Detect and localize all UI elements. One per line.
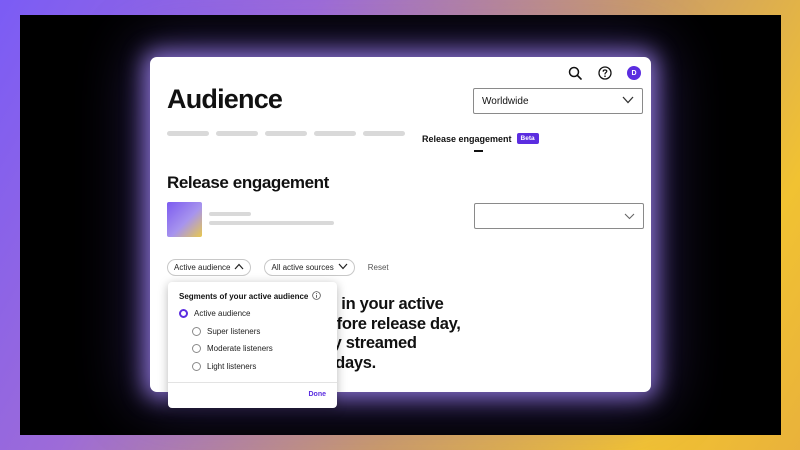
beta-badge: Beta (516, 133, 539, 144)
tab-release-engagement[interactable]: Release engagement Beta (422, 133, 539, 144)
region-select[interactable]: Worldwide (473, 88, 643, 114)
region-select-value: Worldwide (482, 95, 529, 107)
release-select[interactable] (474, 203, 644, 229)
radio-unselected[interactable] (192, 327, 201, 336)
release-artwork (167, 202, 202, 237)
option-label: Light listeners (207, 362, 257, 371)
tab-placeholder[interactable] (167, 131, 209, 136)
audience-filter-chip[interactable]: Active audience (167, 259, 252, 276)
dropdown-title: Segments of your active audience (179, 291, 322, 302)
radio-unselected[interactable] (192, 344, 201, 353)
done-button[interactable]: Done (309, 391, 327, 398)
tab-placeholder[interactable] (363, 131, 405, 136)
chevron-down-icon (622, 96, 634, 107)
chevron-down-icon (624, 207, 635, 225)
option-light-listeners[interactable]: Light listeners (192, 362, 256, 371)
release-meta-placeholder (209, 221, 334, 225)
page-title: Audience (167, 84, 283, 114)
option-active-audience[interactable]: Active audience (179, 309, 250, 318)
option-moderate-listeners[interactable]: Moderate listeners (192, 344, 273, 353)
option-label: Super listeners (207, 327, 261, 336)
avatar[interactable]: D (627, 66, 641, 80)
chevron-down-icon (338, 263, 348, 272)
radio-selected[interactable] (179, 309, 188, 318)
divider (168, 382, 337, 383)
chip-label: All active sources (271, 263, 334, 272)
tab-placeholder[interactable] (216, 131, 258, 136)
filter-bar: Active audience All active sources Reset (167, 259, 389, 276)
option-label: Active audience (194, 309, 251, 318)
search-icon[interactable] (567, 65, 583, 81)
sources-filter-chip[interactable]: All active sources (264, 259, 355, 276)
tab-placeholder[interactable] (265, 131, 307, 136)
tab-label: Release engagement (422, 133, 512, 144)
tab-bar (167, 131, 412, 136)
release-name-placeholder (209, 212, 251, 216)
top-icons: D (567, 65, 641, 81)
chip-label: Active audience (174, 263, 231, 272)
tab-placeholder[interactable] (314, 131, 356, 136)
help-icon[interactable] (597, 65, 613, 81)
option-label: Moderate listeners (207, 344, 273, 353)
active-tab-indicator (474, 150, 483, 152)
radio-unselected[interactable] (192, 362, 201, 371)
option-super-listeners[interactable]: Super listeners (192, 327, 260, 336)
dropdown-title-text: Segments of your active audience (179, 292, 309, 301)
chevron-up-icon (234, 263, 244, 272)
reset-button[interactable]: Reset (368, 263, 389, 272)
info-icon[interactable] (312, 291, 322, 302)
section-title: Release engagement (167, 173, 329, 192)
segments-dropdown: Segments of your active audience Active … (168, 282, 337, 408)
